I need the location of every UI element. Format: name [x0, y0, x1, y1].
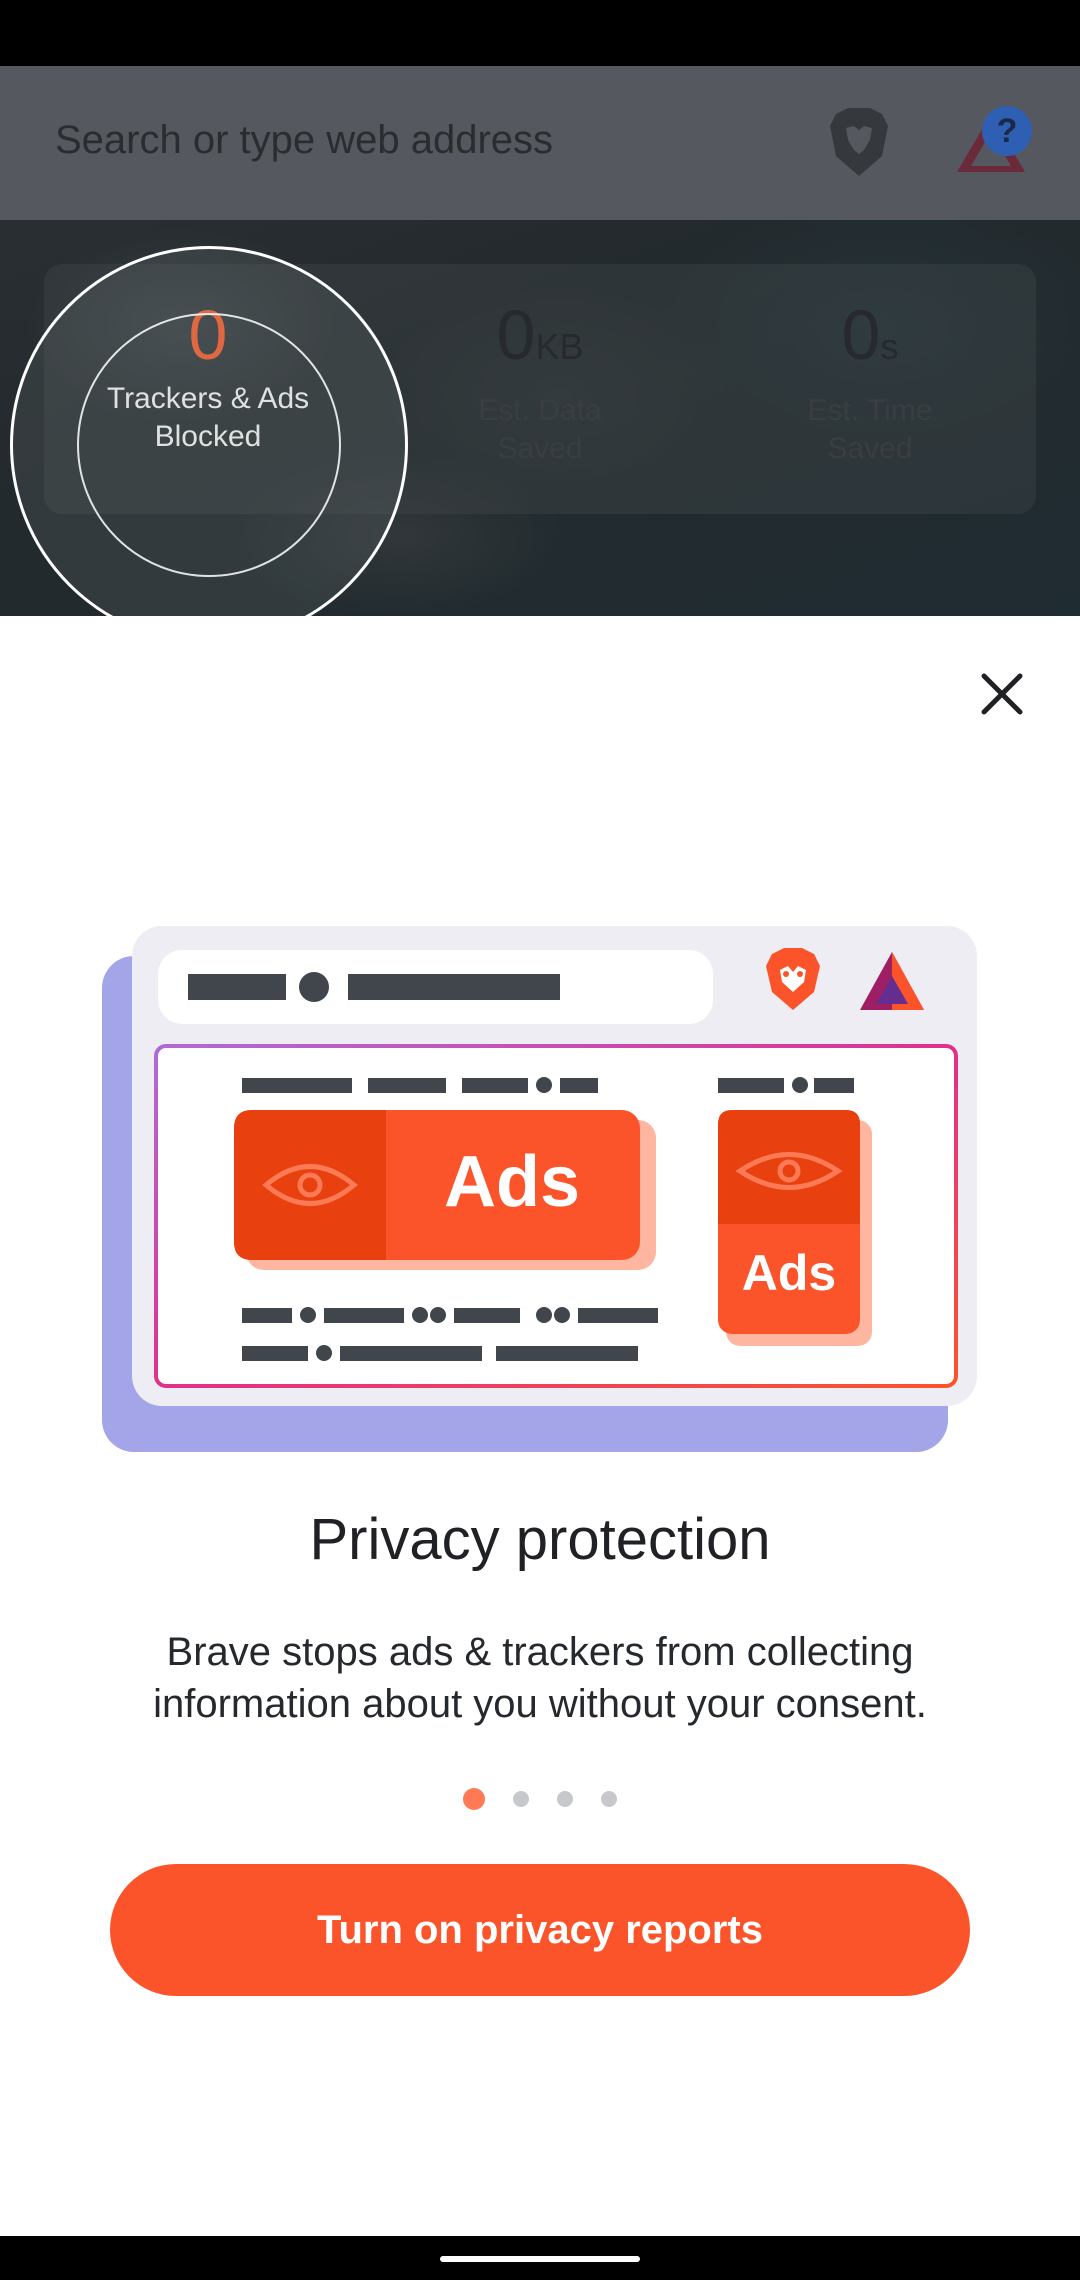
onboarding-description: Brave stops ads & trackers from collecti… — [153, 1630, 927, 1726]
rewards-notification-badge: ? — [982, 106, 1032, 156]
page-dot-2[interactable] — [513, 1791, 529, 1807]
time-saved-unit: s — [880, 326, 899, 367]
small-ad-label: Ads — [742, 1245, 836, 1301]
close-icon[interactable] — [972, 664, 1032, 724]
data-saved-label: Est. Data — [478, 394, 602, 427]
onboarding-sheet: Ads Ads Privacy protection Brave stops a… — [0, 616, 1080, 2236]
spotlight-inner-ring — [77, 313, 341, 577]
time-saved-label: Est. Time — [807, 394, 933, 427]
page-dot-4[interactable] — [601, 1791, 617, 1807]
privacy-illustration: Ads Ads — [102, 926, 977, 1452]
data-saved-stat: 0KB Est. Data Saved — [400, 296, 680, 468]
home-indicator[interactable] — [440, 2256, 640, 2262]
page-indicator — [0, 1788, 1080, 1812]
page-dot-3[interactable] — [557, 1791, 573, 1807]
search-input[interactable]: Search or type web address — [55, 118, 553, 163]
data-saved-label-2: Saved — [497, 432, 583, 465]
data-saved-unit: KB — [535, 326, 584, 367]
time-saved-label-2: Saved — [827, 432, 913, 465]
big-ad-label: Ads — [444, 1142, 580, 1222]
time-saved-value: 0 — [841, 296, 881, 374]
page-dot-1[interactable] — [463, 1788, 485, 1810]
turn-on-privacy-reports-button[interactable]: Turn on privacy reports — [110, 1864, 970, 1996]
brave-shields-icon[interactable] — [826, 106, 892, 178]
time-saved-stat: 0s Est. Time Saved — [730, 296, 1010, 468]
status-bar — [0, 0, 1080, 66]
browser-new-tab-background: Search or type web address ? 0 Trackers … — [0, 66, 1080, 616]
onboarding-title: Privacy protection — [309, 1507, 771, 1572]
data-saved-value: 0 — [496, 296, 536, 374]
url-bar[interactable]: Search or type web address ? — [0, 66, 1080, 220]
